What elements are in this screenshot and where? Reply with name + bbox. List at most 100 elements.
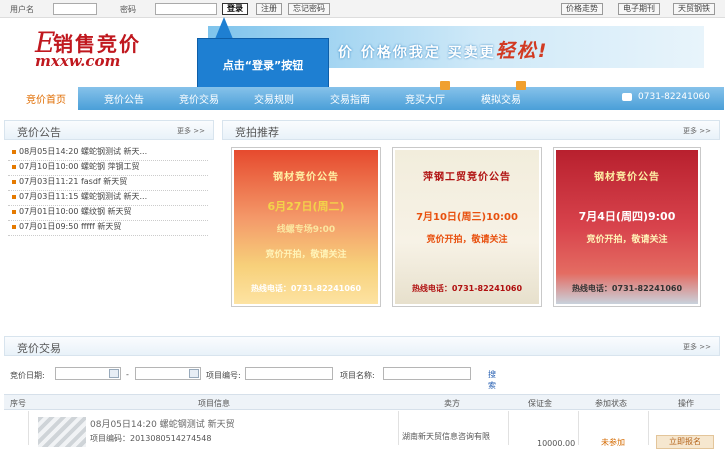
card-date: 6月27日(周二) [267, 200, 345, 213]
nav-announcements[interactable]: 竞价公告 [104, 91, 144, 106]
col-seller: 卖方 [444, 399, 460, 408]
card-title: 钢材竞价公告 [594, 172, 660, 183]
nav-guide[interactable]: 交易指南 [330, 91, 370, 106]
row-deposit: 10000.00 [537, 439, 576, 448]
logo-domain: mxxw.com [35, 52, 121, 70]
hotline: 0731-82241060 [622, 92, 710, 102]
instruction-callout: 点击“登录”按钮 [197, 38, 329, 92]
list-item[interactable]: 07月01日10:00 螺纹钢 新天贸 [8, 206, 208, 221]
promo-card-3[interactable]: 钢材竞价公告 7月4日(周四)9:00 竞价开拍，敬请关注 热线电话：0731-… [553, 147, 701, 307]
top-login-bar: 用户名 密码 登录 注册 忘记密码 价格走势 电子期刊 天贸钢铁 [0, 0, 725, 18]
calendar-icon[interactable] [109, 369, 119, 378]
register-button[interactable]: 注册 [256, 3, 282, 15]
card-hotline: 热线电话：0731-82241060 [571, 284, 683, 293]
forgot-password-button[interactable]: 忘记密码 [288, 3, 330, 15]
item-name-label: 项目名称: [340, 371, 375, 380]
divider [398, 411, 399, 445]
nav-simulated-trading[interactable]: 模拟交易 [481, 91, 521, 106]
promo-card-1[interactable]: 钢材竞价公告 6月27日(周二) 线螺专场9:00 竞价开拍，敬请关注 热线电话… [231, 147, 381, 307]
new-badge-icon [516, 81, 526, 90]
list-item[interactable]: 07月10日10:00 螺蛇钢 萍钢工贸 [8, 161, 208, 176]
login-button[interactable]: 登录 [222, 3, 248, 15]
divider [508, 411, 509, 445]
bullet-icon [12, 149, 16, 154]
trade-table-header: 序号 项目信息 卖方 保证金 参加状态 操作 [4, 394, 720, 410]
col-index: 序号 [10, 399, 26, 408]
nav-trading[interactable]: 竞价交易 [179, 91, 219, 106]
bullet-icon [12, 194, 16, 199]
card-title: 钢材竞价公告 [273, 172, 339, 183]
main-nav: 竞价首页 竞价公告 竞价交易 交易规则 交易指南 竞买大厅 模拟交易 0731-… [14, 81, 724, 110]
banner-slogan-emphasis: 轻松! [495, 40, 549, 62]
notice-text: 07月10日10:00 螺蛇钢 萍钢工贸 [19, 162, 140, 171]
notice-list: 08月05日14:20 螺蛇钢测试 新天... 07月10日10:00 螺蛇钢 … [8, 146, 208, 236]
card-date: 7月10日(周三)10:00 [416, 212, 518, 223]
nav-home[interactable]: 竞价首页 [14, 87, 78, 110]
hotline-number: 0731-82241060 [638, 92, 710, 102]
trade-panel-title: 竞价交易 [17, 342, 61, 355]
banner-slogan-text: 价 价格你我定 买卖更 [338, 45, 496, 61]
notice-more-link[interactable]: 更多 >> [177, 126, 205, 136]
col-status: 参加状态 [595, 399, 627, 408]
card-line: 竞价开拍，敬请关注 [586, 235, 668, 245]
signup-button[interactable]: 立即报名 [656, 435, 714, 449]
item-no-input[interactable] [245, 367, 333, 380]
row-status: 未参加 [601, 438, 625, 447]
username-label: 用户名 [10, 5, 34, 14]
notice-panel-header: 竞价公告 更多 >> [4, 120, 214, 140]
notice-text: 07月03日11:15 螺蛇钢测试 新天... [19, 192, 148, 201]
new-badge-icon [440, 81, 450, 90]
nav-rules[interactable]: 交易规则 [254, 91, 294, 106]
divider [648, 411, 649, 445]
promo-card-2[interactable]: 萍钢工贸竞价公告 7月10日(周三)10:00 竞价开拍，敬请关注 热线电话：0… [392, 147, 542, 307]
item-name-input[interactable] [383, 367, 471, 380]
list-item[interactable]: 07月01日09:50 fffff 新天贸 [8, 221, 208, 236]
notice-text: 07月01日10:00 螺纹钢 新天贸 [19, 207, 132, 216]
trade-panel-header: 竞价交易 更多 >> [4, 336, 720, 356]
trade-more-link[interactable]: 更多 >> [683, 342, 711, 352]
card-hotline: 热线电话：0731-82241060 [250, 284, 362, 293]
steel-thumbnail [38, 417, 86, 447]
calendar-icon[interactable] [189, 369, 199, 378]
password-label: 密码 [120, 5, 136, 14]
promo-card-image: 钢材竞价公告 6月27日(周二) 线螺专场9:00 竞价开拍，敬请关注 热线电话… [234, 150, 378, 304]
price-trend-link[interactable]: 价格走势 [561, 3, 603, 15]
end-date-input[interactable] [135, 367, 201, 380]
notice-text: 07月01日09:50 fffff 新天贸 [19, 222, 122, 231]
date-label: 竞价日期: [10, 371, 45, 380]
start-date-input[interactable] [55, 367, 121, 380]
password-input[interactable] [155, 3, 217, 15]
nav-bidding-hall[interactable]: 竞买大厅 [405, 91, 445, 106]
card-date: 7月4日(周四)9:00 [578, 210, 676, 223]
col-item-info: 项目信息 [198, 399, 230, 408]
recommend-more-link[interactable]: 更多 >> [683, 126, 711, 136]
row-title[interactable]: 08月05日14:20 螺蛇钢测试 新天贸 [90, 417, 235, 430]
card-title: 萍钢工贸竞价公告 [423, 172, 511, 183]
table-row[interactable]: 08月05日14:20 螺蛇钢测试 新天贸 项目编码：2013080514274… [4, 411, 720, 449]
notice-panel-title: 竞价公告 [17, 126, 61, 139]
site-logo[interactable]: E 销售竞价 mxxw.com [35, 26, 175, 72]
banner-slogan: 价 价格你我定 买卖更轻松! [338, 36, 548, 63]
divider [578, 411, 579, 445]
callout-arrow [215, 17, 233, 39]
promo-card-image: 萍钢工贸竞价公告 7月10日(周三)10:00 竞价开拍，敬请关注 热线电话：0… [395, 150, 539, 304]
card-hotline: 热线电话：0731-82241060 [411, 284, 523, 293]
username-input[interactable] [53, 3, 97, 15]
col-deposit: 保证金 [528, 399, 552, 408]
list-item[interactable]: 08月05日14:20 螺蛇钢测试 新天... [8, 146, 208, 161]
bullet-icon [12, 179, 16, 184]
search-button[interactable]: 搜 索 [488, 369, 496, 391]
phone-icon [622, 92, 633, 101]
list-item[interactable]: 07月03日11:15 螺蛇钢测试 新天... [8, 191, 208, 206]
bullet-icon [12, 209, 16, 214]
row-code: 项目编码：2013080514274548 [90, 434, 212, 443]
list-item[interactable]: 07月03日11:21 fasdf 新天贸 [8, 176, 208, 191]
card-line: 线螺专场9:00 [276, 225, 336, 235]
divider [8, 235, 208, 236]
divider [28, 411, 29, 445]
e-journal-link[interactable]: 电子期刊 [618, 3, 660, 15]
bullet-icon [12, 164, 16, 169]
tianmao-steel-link[interactable]: 天贸钢铁 [673, 3, 715, 15]
notice-text: 07月03日11:21 fasdf 新天贸 [19, 177, 128, 186]
card-line: 竞价开拍，敬请关注 [426, 235, 508, 245]
